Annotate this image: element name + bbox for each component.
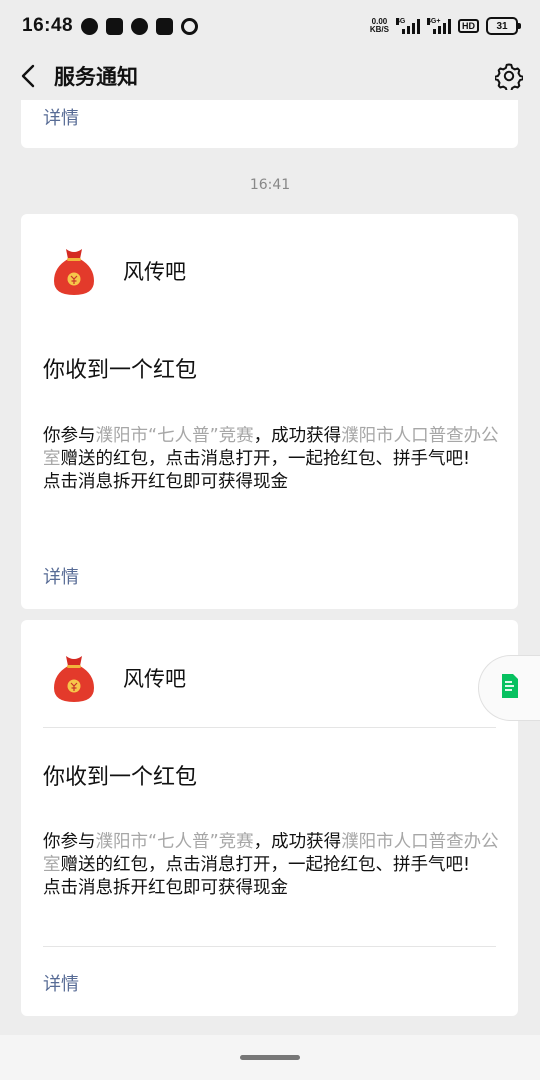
message-body: 你参与濮阳市“七人普”竞赛，成功获得濮阳市人口普查办公室赠送的红包，点击消息打开… [43, 425, 503, 494]
message-card[interactable]: 风传吧 你收到一个红包 你参与濮阳市“七人普”竞赛，成功获得濮阳市人口普查办公室… [21, 620, 518, 1016]
body-text: ，成功获得 [253, 426, 342, 446]
message-card-partial[interactable]: 详情 [21, 100, 518, 148]
hotspot-icon [181, 17, 199, 35]
body-text: 你参与 [43, 426, 96, 446]
body-text: 点击消息拆开红包即可获得现金 [43, 472, 288, 492]
message-body: 你参与濮阳市“七人普”竞赛，成功获得濮阳市人口普查办公室赠送的红包，点击消息打开… [43, 831, 503, 900]
notification-icon [106, 17, 124, 35]
detail-link[interactable]: 详情 [43, 563, 79, 589]
divider [43, 946, 496, 947]
body-text: ，成功获得 [253, 832, 342, 852]
sender-name: 风传吧 [123, 667, 186, 691]
page-title: 服务通知 [54, 65, 138, 89]
body-text: 你参与 [43, 832, 96, 852]
sender-name: 风传吧 [123, 260, 186, 284]
red-money-bag-icon [43, 240, 105, 302]
signal-icon: 4G+ [427, 18, 451, 34]
message-card[interactable]: 风传吧 你收到一个红包 你参与濮阳市“七人普”竞赛，成功获得濮阳市人口普查办公室… [21, 214, 518, 609]
status-time: 16:48 [22, 15, 74, 36]
net-speed: 0.00 KB/S [370, 18, 389, 34]
highlight-text: 濮阳市“七人普”竞赛 [95, 832, 254, 852]
document-icon [500, 673, 520, 703]
back-chevron-icon[interactable] [16, 64, 40, 88]
status-bar: 16:48 0.00 KB/S 4G 4G+ HD 31 [0, 0, 540, 52]
signal-tag: 4G+ [427, 18, 441, 25]
red-money-bag-icon [43, 647, 105, 709]
battery-icon: 31 [486, 17, 521, 35]
message-title: 你收到一个红包 [43, 765, 198, 790]
sender-row: 风传吧 [43, 241, 186, 301]
sender-row: 风传吧 [43, 648, 186, 708]
notification-icon [81, 17, 99, 35]
home-indicator[interactable] [240, 1055, 300, 1060]
notification-icon [156, 17, 174, 35]
highlight-text: 濮阳市“七人普”竞赛 [95, 426, 254, 446]
gear-icon[interactable] [494, 61, 524, 91]
notification-icon [131, 17, 149, 35]
hd-voice-icon: HD [458, 19, 479, 33]
detail-link[interactable]: 详情 [43, 104, 79, 130]
body-text: 点击消息拆开红包即可获得现金 [43, 878, 288, 898]
timestamp: 16:41 [249, 177, 291, 193]
body-text: 赠送的红包，点击消息打开，一起抢红包、拼手气吧! [60, 855, 471, 875]
body-text: 赠送的红包，点击消息打开，一起抢红包、拼手气吧! [60, 449, 471, 469]
signal-tag: 4G [396, 18, 406, 25]
net-speed-unit: KB/S [369, 25, 389, 34]
divider [43, 727, 496, 728]
signal-icon: 4G [396, 18, 420, 34]
nav-bar: 服务通知 [0, 52, 540, 100]
floating-side-button[interactable] [478, 655, 540, 721]
detail-link[interactable]: 详情 [43, 970, 79, 996]
message-title: 你收到一个红包 [43, 358, 198, 383]
